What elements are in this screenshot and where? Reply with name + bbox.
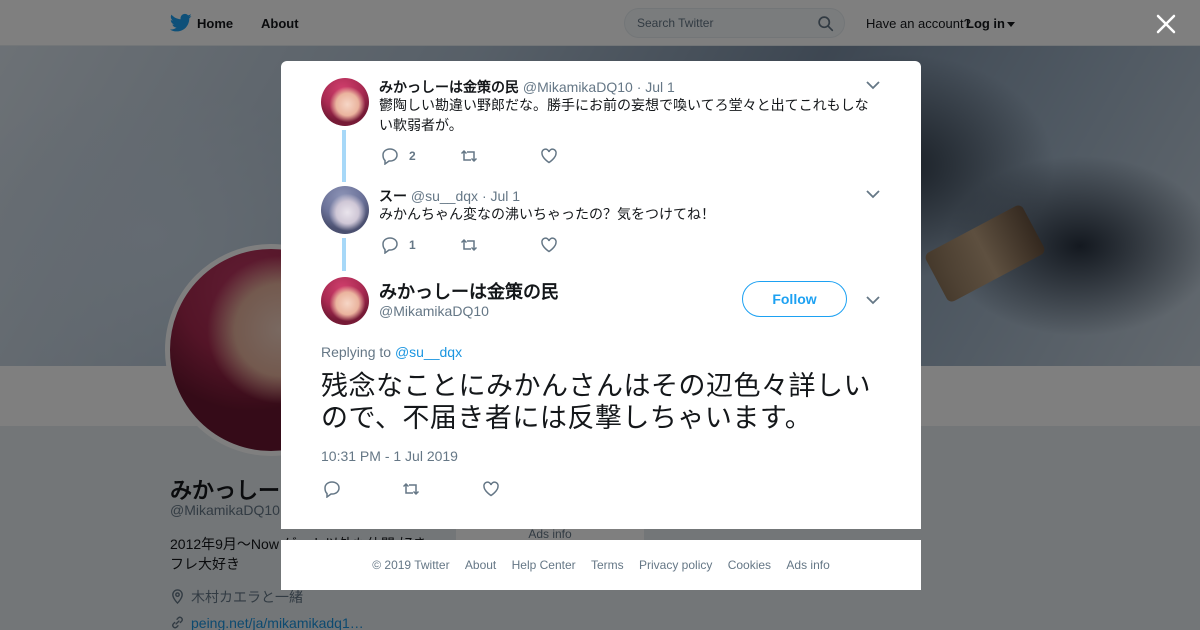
avatar[interactable] <box>321 186 369 234</box>
main-tweet-timestamp[interactable]: 10:31 PM - 1 Jul 2019 <box>321 448 458 464</box>
reply-icon[interactable] <box>381 147 399 165</box>
thread-connector <box>342 238 346 271</box>
tweet-date[interactable]: · Jul 1 <box>482 188 520 204</box>
main-tweet-author-handle[interactable]: @MikamikaDQ10 <box>379 303 489 319</box>
follow-button[interactable]: Follow <box>742 281 847 317</box>
footer-terms-link[interactable]: Terms <box>591 558 624 572</box>
replying-to: Replying to @su__dqx <box>321 344 462 360</box>
tweet-author-handle[interactable]: @su__dqx <box>411 188 478 204</box>
thread-connector <box>342 130 346 182</box>
tweet-author-name[interactable]: スー <box>379 188 407 204</box>
reply-icon[interactable] <box>381 236 399 254</box>
chevron-down-icon[interactable] <box>866 81 880 90</box>
footer-cookies-link[interactable]: Cookies <box>728 558 771 572</box>
avatar[interactable] <box>321 277 369 325</box>
chevron-down-icon[interactable] <box>866 296 880 305</box>
footer-help-link[interactable]: Help Center <box>512 558 576 572</box>
tweet-header: みかっしーは金策の民 @MikamikaDQ10 · Jul 1 <box>379 77 675 97</box>
tweet-date[interactable]: · Jul 1 <box>637 79 675 95</box>
replying-to-link[interactable]: @su__dqx <box>395 344 462 360</box>
tweet-text: みかんちゃん変なの沸いちゃったの？気をつけてね！ <box>379 206 715 222</box>
like-heart-icon[interactable] <box>482 480 500 498</box>
main-tweet-text: 残念なことにみかんさんはその辺色々詳しいので、不届き者には反撃しちゃいます。 <box>321 371 871 433</box>
tweet-header: スー @su__dqx · Jul 1 <box>379 186 520 206</box>
chevron-down-icon[interactable] <box>866 190 880 199</box>
reply-icon[interactable] <box>323 480 341 498</box>
footer-ads-link[interactable]: Ads info <box>786 558 829 572</box>
retweet-icon[interactable] <box>402 480 420 498</box>
replying-to-label: Replying to <box>321 344 392 360</box>
avatar[interactable] <box>321 78 369 126</box>
tweet-author-handle[interactable]: @MikamikaDQ10 <box>523 79 633 95</box>
like-heart-icon[interactable] <box>540 147 558 165</box>
footer-about-link[interactable]: About <box>465 558 496 572</box>
footer-privacy-link[interactable]: Privacy policy <box>639 558 712 572</box>
retweet-icon[interactable] <box>460 236 478 254</box>
modal-footer: © 2019 Twitter About Help Center Terms P… <box>281 540 921 590</box>
main-tweet-author-name[interactable]: みかっしーは金策の民 <box>379 278 559 304</box>
copyright-text: © 2019 Twitter <box>372 558 450 572</box>
reply-count: 2 <box>409 149 416 163</box>
like-heart-icon[interactable] <box>540 236 558 254</box>
reply-count: 1 <box>409 238 416 252</box>
tweet-text: 鬱陶しい勘違い野郎だな。勝手にお前の妄想で喚いてろ堂々と出てこれもしない軟弱者が… <box>379 97 869 133</box>
close-icon[interactable] <box>1152 10 1180 38</box>
retweet-icon[interactable] <box>460 147 478 165</box>
tweet-author-name[interactable]: みかっしーは金策の民 <box>379 79 519 95</box>
